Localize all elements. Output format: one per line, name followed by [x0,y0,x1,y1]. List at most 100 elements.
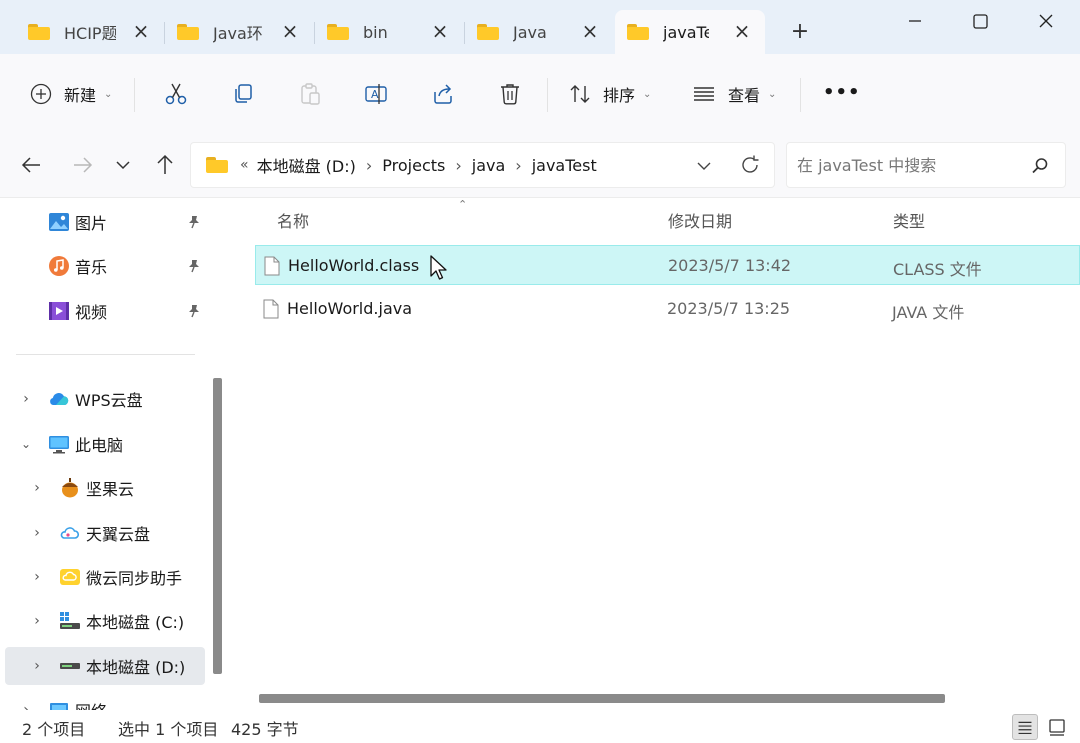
folder-icon [627,24,649,40]
breadcrumb-overflow[interactable]: « [240,157,249,173]
share-button[interactable] [431,78,455,110]
more-options-button[interactable]: ••• [823,76,861,108]
pin-icon[interactable] [187,304,201,318]
details-view-icon[interactable] [1012,714,1038,740]
music-icon [49,256,69,276]
close-tab-icon[interactable]: × [281,21,299,41]
column-header-name[interactable]: 名称 [277,208,309,232]
close-tab-icon[interactable]: × [132,21,150,41]
sidebar-item-tianyi-cloud[interactable]: › 天翼云盘 [5,514,205,552]
sidebar-item-this-pc[interactable]: ⌄ 此电脑 [5,425,205,463]
pin-icon[interactable] [187,215,201,229]
file-date: 2023/5/7 13:25 [667,299,791,318]
tab-bin[interactable]: bin × [315,10,463,54]
sidebar-item-label: 视频 [75,303,108,322]
chevron-right-icon[interactable]: › [30,569,44,585]
sidebar-item-pictures[interactable]: 图片 [5,203,205,241]
sidebar-item-weiyun[interactable]: › 微云同步助手 [5,558,205,596]
folder-icon [477,24,499,40]
search-box[interactable] [786,142,1066,188]
breadcrumb-separator[interactable]: › [366,156,372,175]
close-tab-icon[interactable]: × [733,21,751,41]
address-bar[interactable]: « 本地磁盘 (D:) › Projects › java › javaTest [190,142,775,188]
chevron-right-icon[interactable]: › [30,613,44,629]
close-tab-icon[interactable]: × [581,21,599,41]
back-arrow-icon[interactable] [19,152,45,178]
tab-java-env[interactable]: Java环 × [165,10,313,54]
chevron-right-icon[interactable]: › [19,391,33,407]
close-window-icon[interactable] [1031,6,1061,36]
minimize-icon[interactable] [900,6,930,36]
chevron-right-icon[interactable]: › [19,702,33,710]
new-button[interactable]: 新建 ⌄ [30,78,112,110]
copy-button[interactable] [231,78,255,110]
sidebar-item-label: 本地磁盘 (C:) [86,613,185,632]
cut-button[interactable] [164,78,188,110]
chevron-right-icon[interactable]: › [30,480,44,496]
tab-javatest[interactable]: javaTest × [615,10,765,54]
refresh-icon[interactable] [739,154,761,176]
breadcrumb-java[interactable]: java [472,156,506,175]
file-date: 2023/5/7 13:42 [668,256,792,275]
sidebar-item-jianguoyun[interactable]: › 坚果云 [5,469,205,507]
address-history-chevron-icon[interactable] [694,156,714,176]
tab-java[interactable]: Java × [465,10,613,54]
column-header-date[interactable]: 修改日期 [668,208,732,232]
delete-button[interactable] [498,78,522,110]
wps-cloud-icon [50,393,69,405]
sidebar-item-network[interactable]: › 网络 [5,691,205,710]
breadcrumb-projects[interactable]: Projects [382,156,445,175]
svg-text:A: A [371,88,379,101]
file-icon [263,299,279,319]
sidebar-divider [16,354,195,355]
chevron-down-icon: ⌄ [643,88,652,100]
tab-hcip[interactable]: HCIP题 × [16,10,164,54]
item-count: 2 个项目 [22,720,86,739]
chevron-down-icon[interactable]: ⌄ [19,437,33,451]
recent-locations-chevron-icon[interactable] [110,152,136,178]
chevron-right-icon[interactable]: › [30,525,44,541]
maximize-icon[interactable] [965,6,995,36]
navigation-pane: 图片 音乐 视频 › WPS云盘 ⌄ 此电脑 › 坚果云 › 天翼云盘 › 微云… [0,198,225,710]
sidebar-item-music[interactable]: 音乐 [5,247,205,285]
file-row[interactable]: HelloWorld.class 2023/5/7 13:42 CLASS 文件 [255,245,1080,285]
sidebar-item-label: WPS云盘 [75,391,143,410]
chevron-down-icon: ⌄ [768,88,777,100]
close-tab-icon[interactable]: × [431,21,449,41]
sidebar-item-drive-d[interactable]: › 本地磁盘 (D:) [5,647,205,685]
breadcrumb-separator[interactable]: › [455,156,461,175]
drive-c-icon [60,612,80,629]
tianyi-cloud-icon [60,527,80,539]
forward-arrow-icon[interactable] [69,152,95,178]
mouse-cursor-icon [430,255,447,280]
view-button[interactable]: 查看 ⌄ [692,78,776,110]
horizontal-scrollbar[interactable] [259,694,945,703]
pin-icon[interactable] [187,259,201,273]
sidebar-scrollbar[interactable] [213,378,222,674]
rename-button[interactable]: A [364,78,388,110]
view-button-label: 查看 [728,86,761,105]
sidebar-item-videos[interactable]: 视频 [5,292,205,330]
search-icon[interactable] [1030,156,1050,176]
breadcrumb-drive-d[interactable]: 本地磁盘 (D:) [257,153,356,177]
tab-label: bin [363,22,388,42]
file-name: HelloWorld.class [288,256,420,275]
up-arrow-icon[interactable] [152,152,178,178]
sidebar-item-drive-c[interactable]: › 本地磁盘 (C:) [5,602,205,640]
sort-button[interactable]: 排序 ⌄ [569,78,651,110]
file-row[interactable]: HelloWorld.java 2023/5/7 13:25 JAVA 文件 [255,289,1080,329]
copy-icon [235,84,252,103]
paste-button[interactable] [298,78,322,110]
jianguoyun-icon [62,478,78,498]
column-header-type[interactable]: 类型 [893,208,925,232]
file-type: CLASS 文件 [893,260,982,279]
large-icons-view-icon[interactable] [1044,714,1070,740]
sidebar-item-label: 微云同步助手 [86,569,183,588]
sidebar-item-wps-cloud[interactable]: › WPS云盘 [5,380,205,418]
search-input[interactable] [797,155,1017,175]
chevron-right-icon[interactable]: › [30,658,44,674]
breadcrumb-separator[interactable]: › [515,156,521,175]
sort-button-label: 排序 [603,86,636,105]
breadcrumb-javatest[interactable]: javaTest [532,156,597,175]
new-tab-button[interactable]: + [788,20,812,44]
